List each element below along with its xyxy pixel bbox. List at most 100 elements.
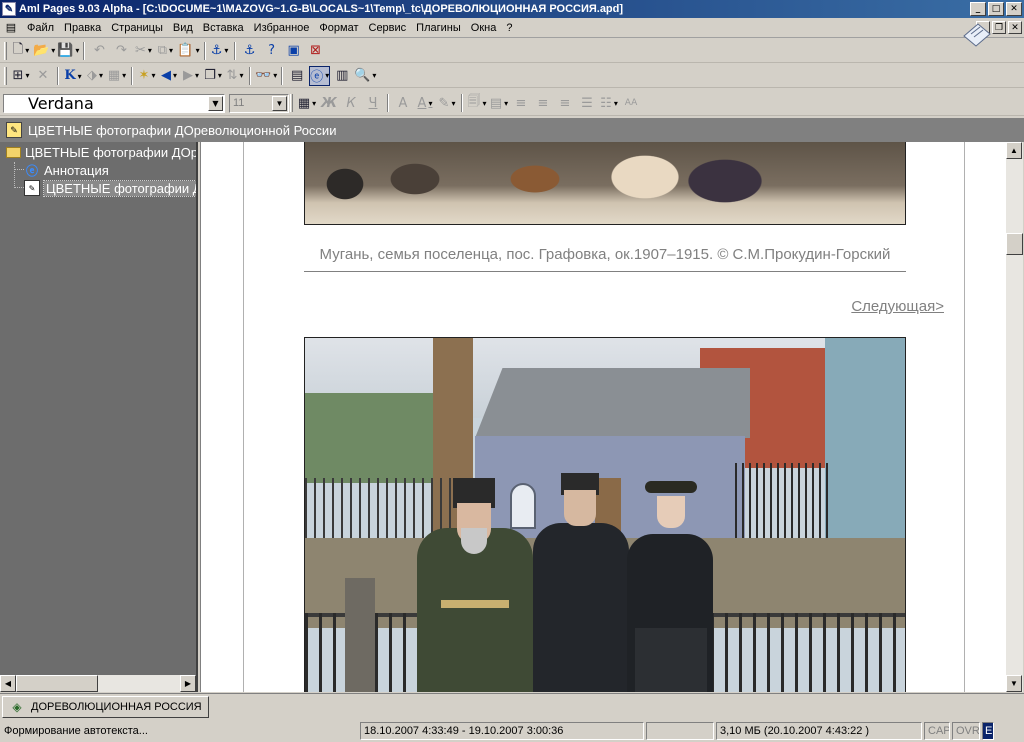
back-button[interactable]: ◀ bbox=[159, 66, 179, 86]
mdi-restore-button[interactable]: ❐ bbox=[992, 21, 1006, 34]
html-view-button[interactable]: ▥ bbox=[332, 66, 352, 86]
tree-item-photos[interactable]: ✎ ЦВЕТНЫЕ фотографии ДОреволюционной Рос… bbox=[24, 179, 196, 197]
scroll-down-arrow-icon[interactable]: ▼ bbox=[1006, 675, 1022, 692]
tree-root[interactable]: ЦВЕТНЫЕ фотографии ДОреволюционной Росси… bbox=[6, 143, 196, 161]
tree-button[interactable]: ⊞ bbox=[11, 66, 31, 86]
content-vertical-scrollbar[interactable]: ▲ ▼ bbox=[1006, 142, 1023, 692]
underline-button[interactable]: Ч bbox=[363, 93, 383, 113]
scroll-thumb[interactable] bbox=[16, 675, 98, 692]
align-center-button[interactable]: ≡ bbox=[533, 93, 553, 113]
menu-format[interactable]: Формат bbox=[314, 19, 363, 37]
font-size-combo[interactable]: 11 ▼ bbox=[229, 93, 289, 113]
folder-open-icon bbox=[6, 146, 21, 158]
small-caps-button[interactable]: AA bbox=[621, 93, 641, 113]
forward-button[interactable]: ▶ bbox=[181, 66, 201, 86]
tree-item-label: ЦВЕТНЫЕ фотографии ДОреволюционной Росси… bbox=[42, 179, 196, 197]
bookmark-k-button[interactable]: K bbox=[63, 66, 83, 86]
delete-button[interactable]: ✕ bbox=[33, 66, 53, 86]
toolbar-separator bbox=[281, 66, 284, 85]
toolbar-separator bbox=[461, 94, 463, 112]
tag-button[interactable]: ⬗ bbox=[85, 66, 105, 86]
toolbar-separator bbox=[131, 66, 133, 85]
paste-button[interactable]: 📋 bbox=[177, 41, 199, 61]
pages-button[interactable]: ❐ bbox=[203, 66, 223, 86]
font-size-value: 11 bbox=[233, 97, 245, 109]
style-button[interactable]: 🗐 bbox=[467, 93, 487, 113]
tree-horizontal-scrollbar[interactable]: ◀ ▶ bbox=[0, 675, 196, 692]
font-button[interactable]: A bbox=[393, 93, 413, 113]
save-button[interactable]: 💾 bbox=[57, 41, 79, 61]
template-button[interactable]: ▦ bbox=[107, 66, 127, 86]
menu-pages[interactable]: Страницы bbox=[106, 19, 168, 37]
paragraph-button[interactable]: ▤ bbox=[489, 93, 509, 113]
font-color-button[interactable]: A bbox=[415, 93, 435, 113]
scroll-left-arrow-icon[interactable]: ◀ bbox=[0, 675, 16, 692]
zoom-button[interactable]: 🔍 bbox=[354, 66, 376, 86]
align-left-button[interactable]: ≡ bbox=[511, 93, 531, 113]
list-button[interactable]: ☷ bbox=[599, 93, 619, 113]
notebook-icon: ◈ bbox=[12, 700, 22, 714]
scroll-up-arrow-icon[interactable]: ▲ bbox=[1006, 142, 1022, 159]
find-button[interactable]: 👓 bbox=[255, 66, 277, 86]
next-page-link[interactable]: Следующая> bbox=[851, 298, 944, 315]
toolbar-separator bbox=[203, 41, 206, 60]
menu-windows[interactable]: Окна bbox=[466, 19, 502, 37]
menu-help[interactable]: ? bbox=[501, 19, 517, 37]
status-empty bbox=[646, 722, 714, 740]
copy-button[interactable]: ⧉ bbox=[155, 41, 175, 61]
scroll-right-arrow-icon[interactable]: ▶ bbox=[180, 675, 196, 692]
mdi-close-button[interactable]: ✕ bbox=[1008, 21, 1022, 34]
menu-service[interactable]: Сервис bbox=[364, 19, 412, 37]
toolbar-grip[interactable] bbox=[4, 66, 7, 85]
app-icon[interactable]: ✎ bbox=[2, 2, 16, 16]
justify-button[interactable]: ☰ bbox=[577, 93, 597, 113]
open-button[interactable]: 📂 bbox=[33, 41, 55, 61]
star-button[interactable]: ✶ bbox=[137, 66, 157, 86]
help-button[interactable]: ? bbox=[262, 41, 282, 61]
document-menu-icon[interactable]: ▤ bbox=[4, 21, 18, 35]
anchor-button[interactable]: ⚓ bbox=[240, 41, 260, 61]
align-right-button[interactable]: ≡ bbox=[555, 93, 575, 113]
toolbar-separator bbox=[249, 66, 251, 85]
toolbar-grip[interactable] bbox=[290, 94, 293, 112]
menu-plugins[interactable]: Плагины bbox=[411, 19, 466, 37]
document-tab[interactable]: ◈ ДОРЕВОЛЮЦИОННАЯ РОССИЯ bbox=[2, 696, 209, 718]
toolbar-grip[interactable] bbox=[4, 41, 7, 60]
cut-button[interactable]: ✂ bbox=[133, 41, 153, 61]
chevron-down-icon[interactable]: ▼ bbox=[208, 95, 223, 111]
browser-view-button[interactable]: ⓔ bbox=[309, 65, 331, 86]
link-button[interactable]: ⚓ bbox=[210, 41, 230, 61]
maximize-button[interactable]: □ bbox=[988, 2, 1004, 16]
tree-item-annotation[interactable]: ⓔ Аннотация bbox=[24, 161, 196, 179]
properties-button[interactable]: ▣ bbox=[284, 41, 304, 61]
title-bar[interactable]: ✎ Aml Pages 9.03 Alpha - [C:\DOCUME~1\MA… bbox=[0, 0, 1024, 18]
menu-favorites[interactable]: Избранное bbox=[249, 19, 315, 37]
margin-guide bbox=[243, 142, 244, 692]
page-icon: ✎ bbox=[6, 122, 22, 138]
undo-button[interactable]: ↶ bbox=[89, 41, 109, 61]
status-cap: CAP bbox=[924, 722, 950, 740]
italic-button[interactable]: К bbox=[341, 93, 361, 113]
toolbar-separator bbox=[233, 41, 236, 60]
font-name-combo[interactable]: Verdana ▼ bbox=[3, 93, 225, 113]
menu-insert[interactable]: Вставка bbox=[198, 19, 249, 37]
new-page-button[interactable]: 🗋 bbox=[11, 41, 31, 61]
bold-button[interactable]: Ж bbox=[319, 93, 339, 113]
text-view-button[interactable]: ▤ bbox=[287, 66, 307, 86]
menu-view[interactable]: Вид bbox=[168, 19, 198, 37]
menu-file[interactable]: Файл bbox=[22, 19, 59, 37]
close-button[interactable]: ✕ bbox=[1006, 2, 1022, 16]
highlight-button[interactable]: ✎ bbox=[437, 93, 457, 113]
redo-button[interactable]: ↷ bbox=[111, 41, 131, 61]
table-button[interactable]: ▦ bbox=[297, 93, 317, 113]
minimize-button[interactable]: _ bbox=[970, 2, 986, 16]
exit-button[interactable]: ⊠ bbox=[306, 41, 326, 61]
format-toolbar: Verdana ▼ 11 ▼ ▦ Ж К Ч A A ✎ 🗐 ▤ ≡ ≡ ≡ ☰… bbox=[0, 91, 1024, 116]
menu-edit[interactable]: Правка bbox=[59, 19, 106, 37]
tree-connector bbox=[14, 169, 24, 170]
sort-button[interactable]: ⇅ bbox=[225, 66, 245, 86]
scroll-thumb[interactable] bbox=[1006, 233, 1023, 255]
page-content[interactable]: Мугань, семья поселенца, пос. Графовка, … bbox=[200, 142, 1006, 692]
pages-tree: ЦВЕТНЫЕ фотографии ДОреволюционной Росси… bbox=[0, 142, 198, 692]
chevron-down-icon[interactable]: ▼ bbox=[272, 95, 287, 111]
